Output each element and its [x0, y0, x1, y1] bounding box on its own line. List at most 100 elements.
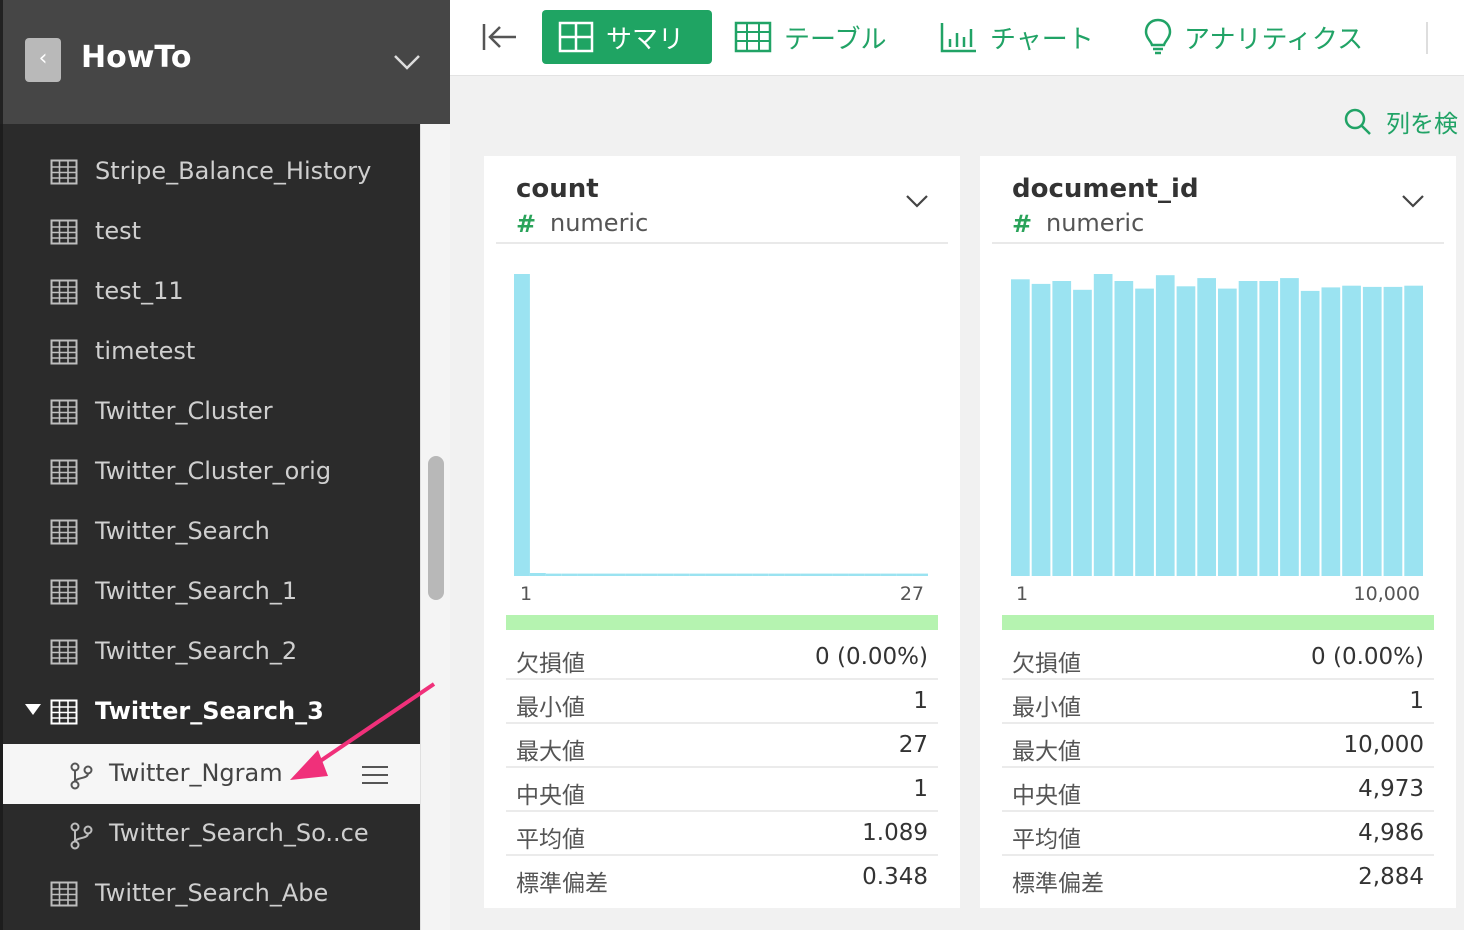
- histogram-bar[interactable]: [848, 573, 865, 576]
- project-header: ‹ HowTo: [0, 0, 450, 124]
- tab-analytics[interactable]: アナリティクス: [1144, 10, 1363, 64]
- stat-row: 最大値 27: [506, 724, 938, 768]
- histogram-bar[interactable]: [896, 573, 913, 576]
- histogram-bar[interactable]: [1218, 288, 1237, 576]
- stat-value: 1: [913, 688, 928, 714]
- histogram-bar[interactable]: [912, 573, 928, 576]
- sidebar-item-label: Twitter_Cluster_orig: [95, 457, 332, 485]
- sidebar-item-dataframe[interactable]: test: [3, 202, 423, 262]
- sidebar-item-dataframe[interactable]: Stripe_Balance_History: [3, 142, 423, 202]
- chevron-down-icon[interactable]: [1400, 192, 1426, 210]
- back-button[interactable]: ‹: [25, 38, 61, 82]
- histogram-bar[interactable]: [529, 573, 546, 576]
- histogram-bar[interactable]: [1197, 278, 1216, 576]
- tab-summary[interactable]: サマリ: [542, 10, 712, 64]
- histogram-bar[interactable]: [1259, 281, 1279, 576]
- stat-value: 0.348: [862, 864, 928, 890]
- histogram-bar[interactable]: [816, 573, 833, 576]
- histogram-bar[interactable]: [577, 573, 594, 576]
- histogram-bar[interactable]: [864, 573, 881, 576]
- histogram-bar[interactable]: [1073, 289, 1092, 576]
- column-summary-card: count # numeric 1 27 欠損値 0 (0.00%) 最小値 1 最大値…: [484, 156, 960, 908]
- histogram-bar[interactable]: [1404, 285, 1423, 576]
- stat-label: 欠損値: [516, 651, 585, 677]
- histogram-bar[interactable]: [1300, 290, 1320, 576]
- table-icon: [50, 881, 78, 907]
- sidebar-item-dataframe[interactable]: Twitter_Search_1: [3, 562, 423, 622]
- histogram-bar[interactable]: [705, 573, 721, 576]
- sidebar-item-dataframe[interactable]: Twitter_Search: [3, 502, 423, 562]
- table-icon: [50, 219, 78, 245]
- histogram-bar[interactable]: [689, 573, 706, 576]
- histogram[interactable]: [1002, 266, 1434, 578]
- histogram-bar[interactable]: [1238, 281, 1258, 576]
- sidebar-item-dataframe[interactable]: Twitter_Cluster_orig: [3, 442, 423, 502]
- sidebar-item-dataframe[interactable]: Twitter_Cluster: [3, 382, 423, 442]
- histogram-bar[interactable]: [1362, 286, 1382, 576]
- column-type: numeric: [1046, 209, 1145, 237]
- histogram-bar[interactable]: [561, 573, 578, 576]
- histogram-bar[interactable]: [593, 573, 610, 576]
- histogram-bar[interactable]: [832, 573, 849, 576]
- histogram[interactable]: [506, 266, 938, 578]
- histogram-bar[interactable]: [1321, 287, 1341, 576]
- histogram-bar[interactable]: [609, 573, 626, 576]
- table-icon: [50, 519, 78, 545]
- histogram-bar[interactable]: [736, 573, 753, 576]
- histogram-bar[interactable]: [1114, 281, 1134, 576]
- histogram-bar[interactable]: [641, 573, 658, 576]
- sidebar-item-label: timetest: [95, 337, 196, 365]
- histogram-bar[interactable]: [721, 573, 737, 576]
- stat-row: 欠損値 0 (0.00%): [506, 636, 938, 680]
- stat-row: 最小値 1: [506, 680, 938, 724]
- histogram-bar[interactable]: [784, 573, 801, 576]
- histogram-bar[interactable]: [1383, 286, 1403, 576]
- sidebar-scrollbar[interactable]: [420, 124, 450, 930]
- chevron-down-icon[interactable]: [391, 46, 423, 76]
- histogram-bar[interactable]: [752, 573, 769, 576]
- column-summary-card: document_id # numeric 1 10,000 欠損値 0 (0.0…: [980, 156, 1456, 908]
- histogram-bar[interactable]: [673, 573, 690, 576]
- histogram-bar[interactable]: [514, 274, 530, 576]
- column-search-button[interactable]: 列を検: [1344, 104, 1458, 139]
- histogram-bar[interactable]: [1176, 286, 1196, 576]
- stat-value: 0 (0.00%): [815, 644, 928, 670]
- stat-row: 標準偏差 0.348: [506, 856, 938, 900]
- histogram-bar[interactable]: [1280, 278, 1299, 576]
- caret-down-icon[interactable]: [25, 704, 41, 715]
- histogram-bar[interactable]: [1135, 288, 1154, 576]
- table-icon: [50, 579, 78, 605]
- collapse-sidebar-icon[interactable]: [480, 20, 518, 54]
- stat-label: 平均値: [516, 827, 585, 853]
- sidebar-item-label: Twitter_Search: [95, 517, 270, 545]
- tab-table-label: テーブル: [784, 24, 887, 55]
- stat-label: 標準偏差: [1012, 871, 1104, 897]
- histogram-bar[interactable]: [1342, 285, 1361, 576]
- sidebar-item-dataframe[interactable]: Twitter_Search_Abe: [3, 864, 423, 924]
- histogram-bar[interactable]: [625, 573, 642, 576]
- sidebar: ‹ HowTo Stripe_Balance_History test test_1…: [0, 0, 450, 930]
- histogram-bar[interactable]: [880, 573, 897, 576]
- tab-chart[interactable]: チャート: [940, 10, 1094, 64]
- card-divider: [992, 242, 1444, 244]
- histogram-bar[interactable]: [545, 573, 562, 576]
- sidebar-item-dataframe[interactable]: test_11: [3, 262, 423, 322]
- sidebar-item-step[interactable]: Twitter_Search_So..ce: [3, 804, 423, 864]
- histogram-bar[interactable]: [1031, 283, 1051, 576]
- histogram-bar[interactable]: [1155, 275, 1175, 576]
- histogram-bar[interactable]: [1093, 274, 1113, 576]
- histogram-bar[interactable]: [1011, 279, 1030, 576]
- sidebar-item-dataframe[interactable]: Twitter_Search_2: [3, 622, 423, 682]
- sidebar-item-label: test_11: [95, 277, 184, 305]
- sidebar-item-dataframe[interactable]: timetest: [3, 322, 423, 382]
- tab-table[interactable]: テーブル: [734, 10, 886, 64]
- stat-row: 最小値 1: [1002, 680, 1434, 724]
- project-title: HowTo: [81, 40, 192, 75]
- histogram-bar[interactable]: [1052, 281, 1072, 576]
- scrollbar-thumb[interactable]: [428, 456, 444, 600]
- histogram-bar[interactable]: [657, 573, 674, 576]
- histogram-bar[interactable]: [768, 573, 785, 576]
- chevron-down-icon[interactable]: [904, 192, 930, 210]
- stat-label: 最大値: [516, 739, 585, 765]
- histogram-bar[interactable]: [800, 573, 817, 576]
